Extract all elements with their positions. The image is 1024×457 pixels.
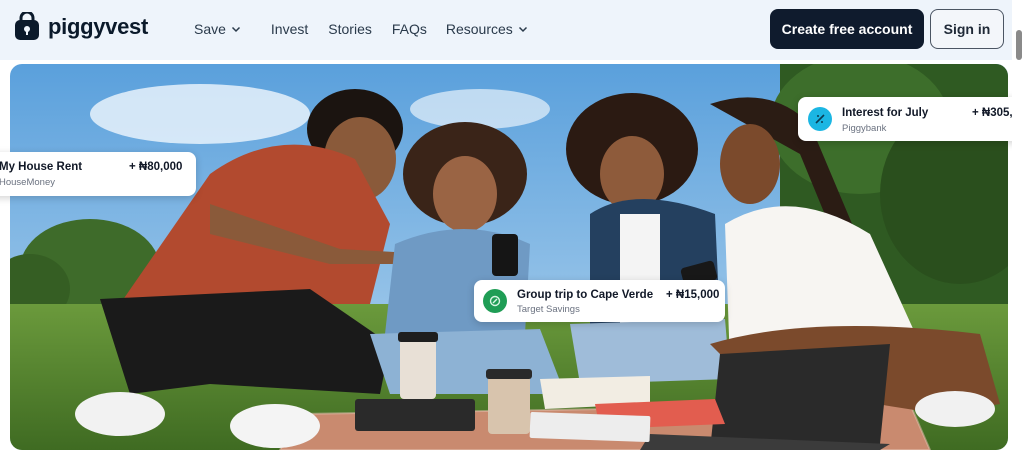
group-trip-amount: + ₦15,000 — [666, 289, 720, 301]
nav-resources-label: Resources — [445, 21, 513, 37]
nav-stories[interactable]: Stories — [328, 21, 372, 37]
group-trip-subtitle: Target Savings — [517, 304, 580, 315]
house-rent-card: My House Rent HouseMoney + ₦80,000 — [0, 152, 196, 196]
page-scrollbar[interactable] — [1012, 0, 1024, 457]
group-trip-card: Group trip to Cape Verde Target Savings … — [474, 280, 725, 322]
nav-faqs[interactable]: FAQs — [392, 21, 427, 37]
house-rent-title: My House Rent — [0, 161, 83, 173]
create-account-button[interactable]: Create free account — [770, 9, 924, 49]
house-rent-amount: + ₦80,000 — [129, 161, 183, 173]
group-trip-title: Group trip to Cape Verde — [517, 289, 654, 301]
scrollbar-thumb[interactable] — [1016, 30, 1022, 60]
nav-save[interactable]: Save — [194, 21, 241, 37]
interest-card: Interest for July Piggybank + ₦305,0 — [798, 97, 1024, 141]
nav-invest-label: Invest — [270, 21, 309, 37]
main-nav: Save Invest Stories FAQs Resources — [194, 0, 528, 58]
sign-in-button[interactable]: Sign in — [930, 9, 1004, 49]
brand-logo[interactable]: piggyvest — [12, 12, 148, 42]
interest-title: Interest for July — [842, 107, 929, 119]
target-savings-icon — [483, 289, 507, 313]
piggybank-icon — [808, 107, 832, 131]
house-rent-subtitle: HouseMoney — [0, 177, 55, 188]
nav-faqs-label: FAQs — [391, 21, 427, 37]
chevron-down-icon — [231, 26, 240, 33]
nav-stories-label: Stories — [328, 21, 372, 37]
brand-name: piggyvest — [48, 14, 148, 39]
nav-resources[interactable]: Resources — [446, 21, 528, 37]
chevron-down-icon — [518, 26, 527, 33]
interest-subtitle: Piggybank — [842, 123, 887, 134]
nav-save-label: Save — [194, 21, 226, 37]
site-header: piggyvest Save Invest Stories FAQs Resou… — [0, 0, 1024, 60]
piggyvest-logo-icon — [15, 12, 39, 40]
nav-invest[interactable]: Invest — [271, 21, 308, 37]
